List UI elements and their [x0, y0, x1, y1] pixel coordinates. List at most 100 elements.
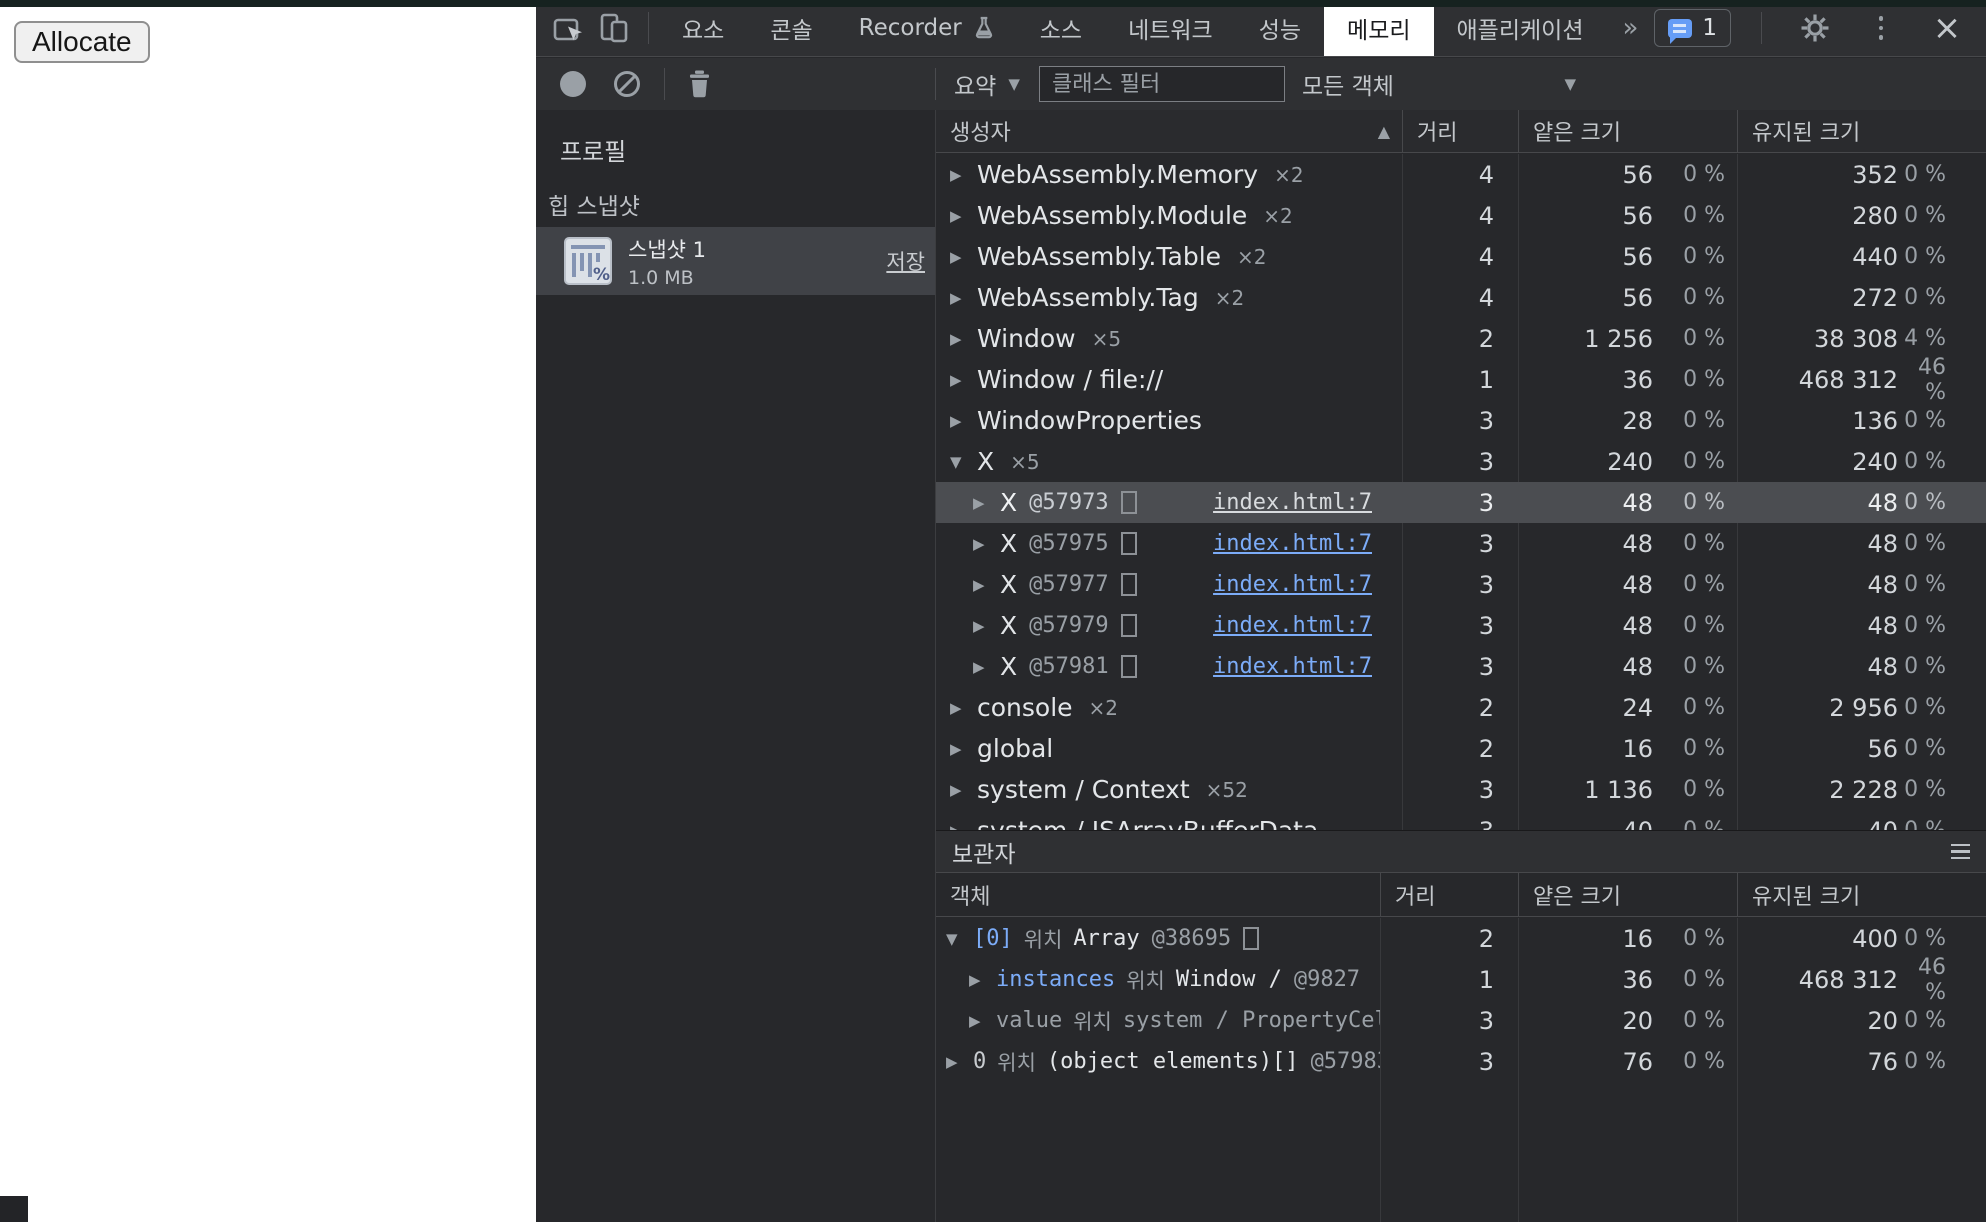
object-column-header[interactable]: 객체	[936, 873, 1380, 916]
heap-object-row[interactable]: ▶X@57977index.html:73480 %480 %	[936, 564, 1986, 605]
distance-cell: 3	[1402, 441, 1518, 482]
tab-performance[interactable]: 성능	[1236, 0, 1324, 56]
settings-button[interactable]	[1792, 6, 1838, 50]
record-heap-snapshot-button[interactable]	[560, 71, 586, 97]
retainer-row[interactable]: ▶instances위치Window /@98271360 %468 31246…	[936, 959, 1986, 1000]
distance-cell: 4	[1402, 154, 1518, 195]
expand-collapsed-icon[interactable]: ▶	[950, 822, 977, 831]
heap-object-row[interactable]: ▶X@57975index.html:73480 %480 %	[936, 523, 1986, 564]
retained-size-column-header[interactable]: 유지된 크기	[1737, 873, 1986, 916]
object-id: @57977	[1029, 572, 1108, 597]
expand-collapsed-icon[interactable]: ▶	[973, 658, 1000, 676]
more-tabs-button[interactable]: »	[1606, 13, 1654, 43]
object-scope-select[interactable]: 모든 객체 ▼	[1302, 58, 1576, 110]
perspective-select[interactable]: 요약 ▼	[954, 58, 1020, 110]
constructor-row[interactable]: ▶console×22240 %2 9560 %	[936, 687, 1986, 728]
tab-application[interactable]: 애플리케이션	[1434, 0, 1607, 56]
close-devtools-button[interactable]: ×	[1924, 6, 1970, 50]
expand-collapsed-icon[interactable]: ▶	[946, 1053, 973, 1071]
class-filter-input[interactable]	[1039, 66, 1285, 102]
expand-collapsed-icon[interactable]: ▶	[973, 576, 1000, 594]
expand-collapsed-icon[interactable]: ▶	[950, 740, 977, 758]
retainers-title: 보관자	[952, 835, 1015, 869]
retained-size-cell: 2400 %	[1737, 441, 1986, 482]
constructor-row[interactable]: ▼X×532400 %2400 %	[936, 441, 1986, 482]
retained-size-column-header[interactable]: 유지된 크기	[1737, 110, 1986, 152]
constructor-row[interactable]: ▶Window×521 2560 %38 3084 %	[936, 318, 1986, 359]
snapshot-meta: 스냅샷 1 1.0 MB	[628, 234, 706, 289]
constructor-name: X	[1000, 652, 1017, 681]
tab-elements[interactable]: 요소	[659, 0, 747, 56]
expand-collapsed-icon[interactable]: ▶	[950, 781, 977, 799]
expand-collapsed-icon[interactable]: ▶	[950, 207, 977, 225]
retained-size-cell: 2 2280 %	[1737, 769, 1986, 810]
source-link[interactable]: index.html:7	[1213, 572, 1372, 597]
missing-glyph-box	[1243, 927, 1259, 950]
allocate-button[interactable]: Allocate	[14, 21, 150, 63]
expand-collapsed-icon[interactable]: ▶	[969, 1012, 996, 1030]
clear-profiles-button[interactable]	[614, 71, 640, 97]
delete-snapshot-button[interactable]	[686, 69, 713, 103]
constructor-row[interactable]: ▶global2160 %560 %	[936, 728, 1986, 769]
expand-collapsed-icon[interactable]: ▶	[973, 535, 1000, 553]
shallow-size-column-header[interactable]: 얕은 크기	[1518, 873, 1737, 916]
snapshot-item[interactable]: % 스냅샷 1 1.0 MB 저장	[536, 227, 935, 295]
source-link[interactable]: index.html:7	[1213, 654, 1372, 679]
constructor-cell: ▶system / JSArrayBufferData	[936, 810, 1402, 830]
distance-column-header[interactable]: 거리	[1380, 873, 1518, 916]
inspect-element-button[interactable]	[546, 6, 592, 50]
constructor-row[interactable]: ▶Window / file://1360 %468 31246 %	[936, 359, 1986, 400]
constructor-row[interactable]: ▶system / Context×5231 1360 %2 2280 %	[936, 769, 1986, 810]
constructor-row[interactable]: ▶WebAssembly.Table×24560 %4400 %	[936, 236, 1986, 277]
distance-column-header[interactable]: 거리	[1402, 110, 1518, 152]
source-link[interactable]: index.html:7	[1213, 613, 1372, 638]
tab-recorder[interactable]: Recorder	[836, 0, 1017, 56]
tab-network[interactable]: 네트워크	[1105, 0, 1236, 56]
expand-collapsed-icon[interactable]: ▶	[950, 371, 977, 389]
retainer-row[interactable]: ▼[0]위치Array@386952160 %4000 %	[936, 918, 1986, 959]
constructor-cell: ▶WebAssembly.Table×2	[936, 236, 1402, 277]
constructor-row[interactable]: ▶WebAssembly.Module×24560 %2800 %	[936, 195, 1986, 236]
expand-collapsed-icon[interactable]: ▶	[950, 248, 977, 266]
expand-collapsed-icon[interactable]: ▶	[973, 494, 1000, 512]
feedback-button[interactable]: 1	[1654, 9, 1731, 47]
expand-open-icon[interactable]: ▼	[950, 453, 977, 471]
constructor-row[interactable]: ▶system / JSArrayBufferData3400 %400 %	[936, 810, 1986, 830]
shallow-size-column-header[interactable]: 얕은 크기	[1518, 110, 1737, 152]
shallow-size-cell: 400 %	[1518, 810, 1737, 830]
expand-collapsed-icon[interactable]: ▶	[969, 971, 996, 989]
heap-object-row[interactable]: ▶X@57981index.html:73480 %480 %	[936, 646, 1986, 687]
instance-count: ×5	[1092, 327, 1121, 351]
constructor-row[interactable]: ▶WebAssembly.Memory×24560 %3520 %	[936, 154, 1986, 195]
gear-icon	[1799, 12, 1831, 44]
constructor-row[interactable]: ▶WindowProperties3280 %1360 %	[936, 400, 1986, 441]
expand-collapsed-icon[interactable]: ▶	[973, 617, 1000, 635]
property-name: value	[996, 1008, 1062, 1033]
more-options-button[interactable]	[1858, 6, 1904, 50]
source-link[interactable]: index.html:7	[1213, 531, 1372, 556]
heap-object-row[interactable]: ▶X@57979index.html:73480 %480 %	[936, 605, 1986, 646]
tab-memory[interactable]: 메모리	[1324, 0, 1433, 56]
retainer-row[interactable]: ▶value위치system / PropertyCell3200 %200 %	[936, 1000, 1986, 1041]
expand-collapsed-icon[interactable]: ▶	[950, 412, 977, 430]
column-title: 생성자	[950, 115, 1011, 147]
distance-cell: 3	[1402, 769, 1518, 810]
heap-object-row[interactable]: ▶X@57973index.html:73480 %480 %	[936, 482, 1986, 523]
shallow-size-cell: 2400 %	[1518, 441, 1737, 482]
constructor-column-header[interactable]: 생성자 ▲	[936, 110, 1402, 152]
save-snapshot-link[interactable]: 저장	[886, 246, 925, 276]
device-toolbar-button[interactable]	[592, 6, 638, 50]
hamburger-menu-icon[interactable]	[1951, 844, 1970, 860]
expand-collapsed-icon[interactable]: ▶	[950, 289, 977, 307]
retainer-row[interactable]: ▶0위치(object elements)[]@579833760 %760 %	[936, 1041, 1986, 1082]
column-title: 얕은 크기	[1533, 115, 1621, 147]
constructor-row[interactable]: ▶WebAssembly.Tag×24560 %2720 %	[936, 277, 1986, 318]
tab-console[interactable]: 콘솔	[747, 0, 835, 56]
expand-collapsed-icon[interactable]: ▶	[950, 330, 977, 348]
expand-open-icon[interactable]: ▼	[946, 930, 973, 948]
expand-collapsed-icon[interactable]: ▶	[950, 166, 977, 184]
tab-sources[interactable]: 소스	[1017, 0, 1105, 56]
expand-collapsed-icon[interactable]: ▶	[950, 699, 977, 717]
retainers-grid-header: 객체 거리 얕은 크기 유지된 크기	[936, 873, 1986, 917]
source-link[interactable]: index.html:7	[1213, 490, 1372, 515]
